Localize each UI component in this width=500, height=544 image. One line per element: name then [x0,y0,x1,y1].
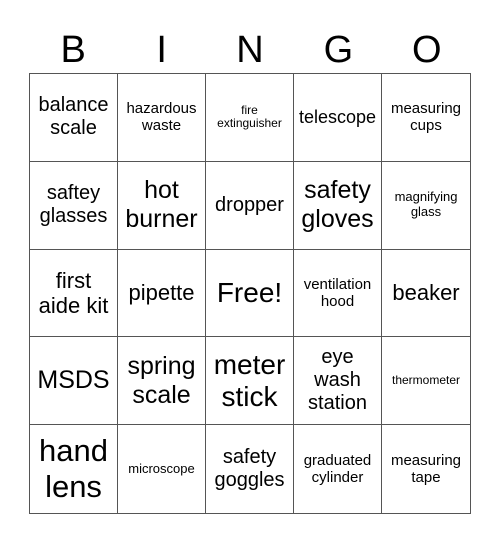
bingo-cell[interactable]: MSDS [30,337,118,426]
bingo-cell[interactable]: graduated cylinder [294,425,382,513]
bingo-cell[interactable]: safety gloves [294,161,382,250]
bingo-cell[interactable]: ventilation hood [294,249,382,338]
bingo-cell[interactable]: hot burner [118,161,206,250]
bingo-header: B I N G O [29,26,471,74]
bingo-cell[interactable]: pipette [118,249,206,338]
bingo-cell[interactable]: magnifying glass [382,162,470,250]
bingo-cell[interactable]: first aide kit [30,249,118,338]
bingo-grid: balance scale hazardous waste fire extingu… [29,73,471,514]
header-letter-o: O [412,29,442,71]
bingo-cell[interactable]: measuring tape [382,425,470,513]
header-letter-g: G [323,29,354,71]
bingo-cell[interactable]: hand lens [30,425,118,513]
bingo-cell[interactable]: safety goggles [206,425,294,513]
header-letter-i: I [156,29,167,71]
bingo-cell[interactable]: hazardous waste [118,74,206,162]
bingo-cell[interactable]: balance scale [30,74,118,162]
bingo-cell[interactable]: microscope [118,425,206,513]
bingo-cell-free[interactable]: Free! [206,249,294,338]
bingo-cell[interactable]: eye wash station [294,337,382,426]
header-letter-n: N [236,29,264,71]
header-letter-b: B [60,29,86,71]
bingo-cell[interactable]: measuring cups [382,74,470,162]
bingo-cell[interactable]: dropper [206,161,294,250]
bingo-cell[interactable]: fire extinguisher [206,74,294,162]
bingo-cell[interactable]: beaker [382,250,470,338]
bingo-cell[interactable]: saftey glasses [30,161,118,250]
bingo-cell[interactable]: telescope [294,74,382,162]
bingo-cell[interactable]: spring scale [118,337,206,426]
bingo-cell[interactable]: meter stick [206,337,294,426]
bingo-cell[interactable]: thermometer [382,337,470,426]
